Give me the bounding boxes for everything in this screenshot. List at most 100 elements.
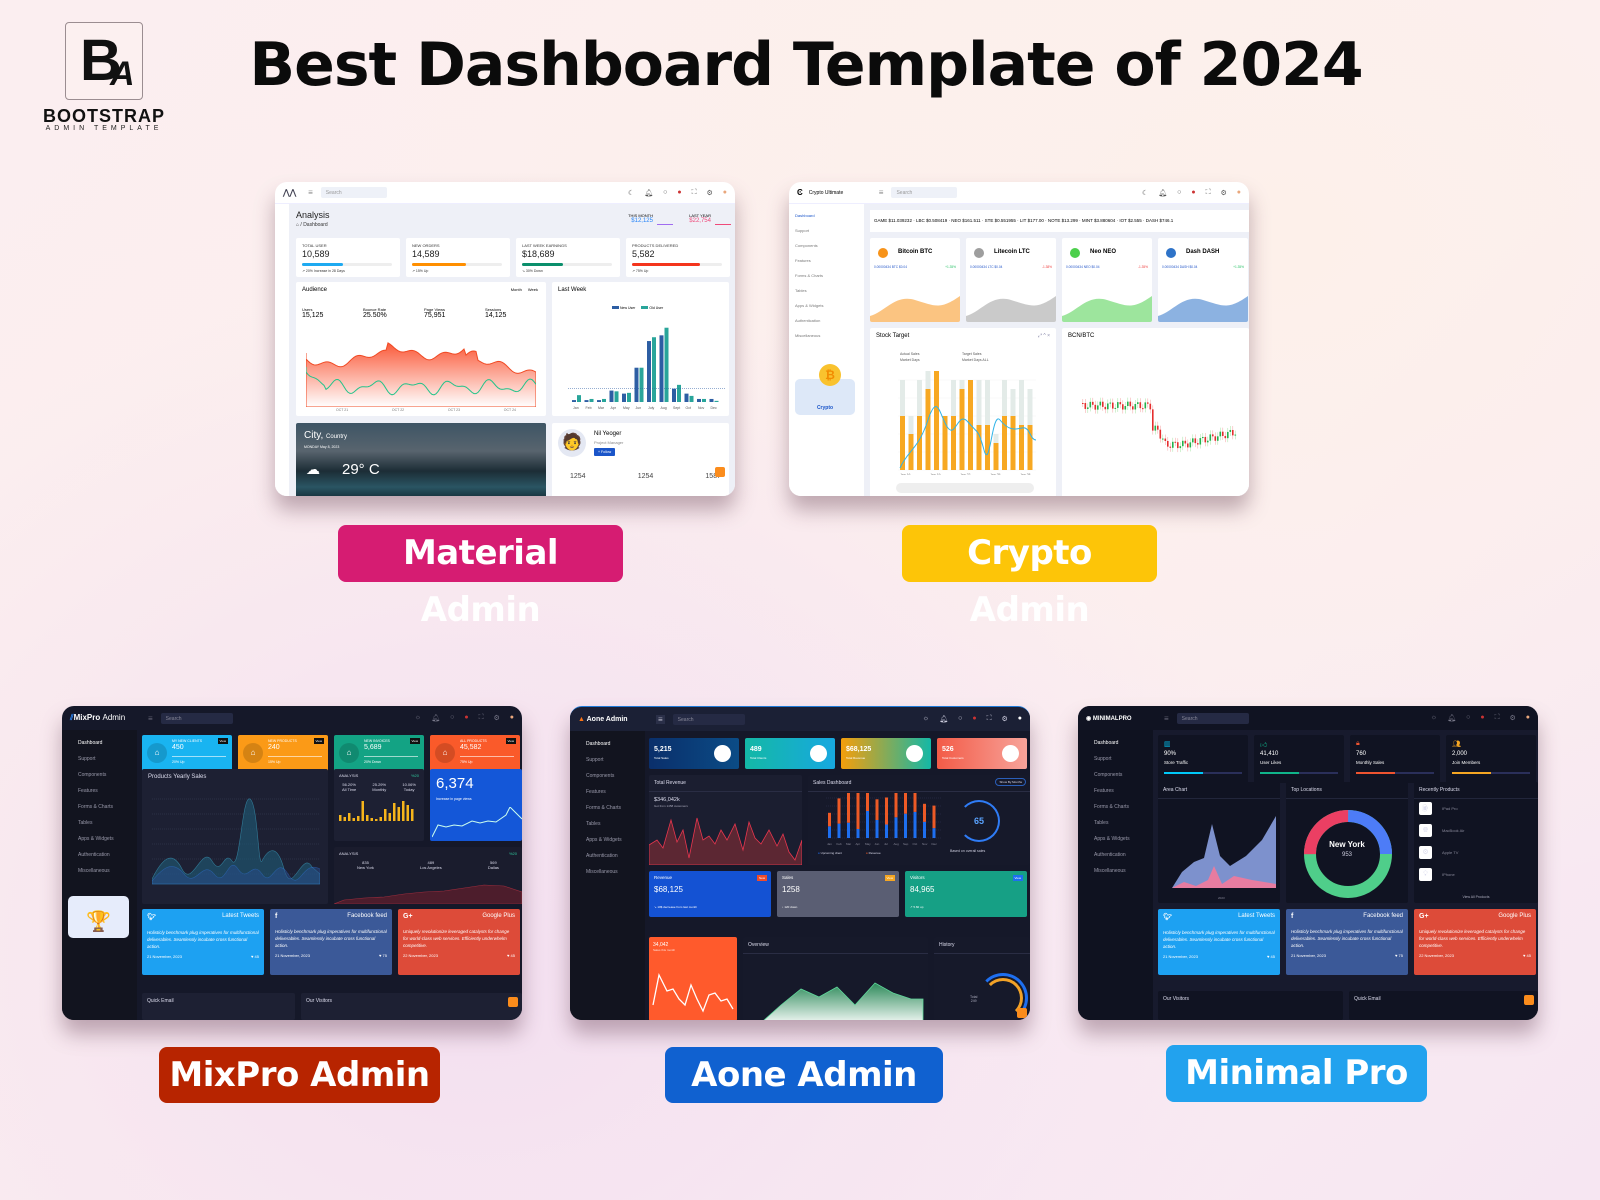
fullscreen-icon[interactable]: ⛶ — [1206, 189, 1211, 197]
sidebar-item[interactable]: Forms & Charts — [70, 799, 129, 815]
menu-icon[interactable]: ≡ — [1164, 714, 1169, 723]
show-by-months-dropdown[interactable]: Show By Months — [995, 778, 1026, 786]
avatar[interactable]: ● — [510, 714, 514, 722]
sidebar-item[interactable]: Dashboard — [789, 208, 864, 223]
avatar[interactable]: ● — [1018, 715, 1022, 723]
settings-icon[interactable]: ⚙ — [1509, 714, 1515, 722]
chat-icon[interactable]: ○ — [663, 189, 667, 197]
sidebar-item[interactable]: Features — [789, 253, 864, 268]
flag-icon[interactable]: ● — [677, 189, 681, 197]
tab-month[interactable]: Month — [511, 287, 522, 292]
badge[interactable]: View — [884, 875, 895, 881]
badge[interactable]: New — [756, 875, 767, 881]
sidebar-item[interactable]: Tables — [578, 816, 637, 832]
sidebar-item[interactable]: Authentication — [1086, 847, 1145, 863]
label-material-admin[interactable]: Material Admin — [338, 525, 623, 630]
label-crypto-admin[interactable]: Crypto Admin — [902, 525, 1157, 630]
sidebar-item[interactable]: Miscellaneous — [1086, 863, 1145, 879]
label-minimal-pro[interactable]: Minimal Pro — [1166, 1045, 1427, 1102]
badge[interactable]: View — [1012, 875, 1023, 881]
sidebar-item[interactable]: Support — [70, 751, 129, 767]
sidebar-item[interactable]: Support — [789, 223, 864, 238]
sidebar-item[interactable]: Dashboard — [1086, 735, 1145, 751]
bell-icon[interactable]: 🔔︎ — [1158, 189, 1167, 197]
menu-icon[interactable]: ≡ — [308, 188, 313, 197]
sidebar-item[interactable]: Dashboard — [70, 735, 129, 751]
chat-float-button[interactable] — [1017, 1008, 1027, 1018]
avatar[interactable]: ● — [1237, 189, 1241, 197]
search-input[interactable]: Search — [320, 187, 387, 198]
settings-icon[interactable]: ⚙ — [493, 714, 499, 722]
sidebar-item[interactable]: Tables — [1086, 815, 1145, 831]
sidebar-item[interactable]: Apps & Widgets — [789, 298, 864, 313]
sidebar-item[interactable]: Forms & Charts — [578, 800, 637, 816]
settings-icon[interactable]: ⚙ — [1220, 189, 1226, 197]
chat-float-button[interactable] — [508, 997, 518, 1007]
sun-icon[interactable]: ☼ — [415, 714, 421, 722]
sun-icon[interactable]: ☼ — [1431, 714, 1437, 722]
minimal-pro-preview[interactable]: ◉ MINIMALPRO ≡ Search ☼ 🔔︎ ○ ● ⛶ ⚙ ● Dashboard… — [1078, 706, 1538, 1020]
sidebar-item[interactable]: Tables — [789, 283, 864, 298]
settings-icon[interactable]: ⚙ — [706, 189, 712, 197]
sidebar-item[interactable]: Forms & Charts — [789, 268, 864, 283]
moon-icon[interactable]: ☾ — [1142, 189, 1148, 197]
sidebar-item[interactable]: Features — [1086, 783, 1145, 799]
search-input[interactable]: Search — [672, 713, 745, 725]
menu-icon[interactable]: ≡ — [656, 714, 665, 724]
sidebar-item[interactable]: Features — [578, 784, 637, 800]
search-input[interactable]: Search — [1176, 712, 1249, 724]
likes-count[interactable]: ♥ 45 — [251, 954, 259, 959]
chat-icon[interactable]: ○ — [450, 714, 454, 722]
bell-icon[interactable]: 🔔︎ — [431, 714, 440, 722]
sidebar-item[interactable]: Miscellaneous — [578, 864, 637, 880]
chat-icon[interactable]: ○ — [958, 715, 962, 723]
sun-icon[interactable]: ☼ — [923, 715, 929, 723]
view-button[interactable]: View — [505, 738, 516, 744]
sidebar-item[interactable]: Miscellaneous — [70, 863, 129, 879]
sidebar-item[interactable]: Support — [1086, 751, 1145, 767]
card-controls[interactable]: ⤢ ^ × — [1038, 333, 1050, 339]
product-item[interactable]: 🌐︎ MacBook Air — [1419, 824, 1464, 837]
sidebar-item[interactable]: Authentication — [578, 848, 637, 864]
bell-icon[interactable]: 🔔︎ — [644, 189, 653, 197]
likes-count[interactable]: ♥ 75 — [379, 953, 387, 958]
chat-float-button[interactable] — [1524, 995, 1534, 1005]
aone-admin-preview[interactable]: ▲ Aone Admin ≡ Search ☼ 🔔︎ ○ ● ⛶ ⚙ ● Dashboard… — [570, 706, 1030, 1020]
search-input[interactable]: Search — [891, 187, 958, 198]
chat-icon[interactable]: ○ — [1177, 189, 1181, 197]
sidebar-item[interactable]: Authentication — [789, 313, 864, 328]
flag-icon[interactable]: ● — [1480, 714, 1484, 722]
fullscreen-icon[interactable]: ⛶ — [692, 189, 697, 197]
product-item[interactable]: ⚙ Apple TV — [1419, 846, 1458, 859]
sidebar-item[interactable]: Miscellaneous — [789, 328, 864, 343]
flag-icon[interactable]: ● — [1191, 189, 1195, 197]
label-aone-admin[interactable]: Aone Admin — [665, 1047, 943, 1103]
likes-count[interactable]: ♥ 45 — [1523, 953, 1531, 958]
likes-count[interactable]: ♥ 75 — [1395, 953, 1403, 958]
likes-count[interactable]: ♥ 45 — [507, 953, 515, 958]
tab-week[interactable]: Week — [528, 287, 538, 292]
sidebar-item[interactable]: Forms & Charts — [1086, 799, 1145, 815]
chat-icon[interactable]: ○ — [1466, 714, 1470, 722]
bell-icon[interactable]: 🔔︎ — [939, 715, 948, 723]
sidebar-item[interactable]: Apps & Widgets — [578, 832, 637, 848]
sidebar-item[interactable]: Apps & Widgets — [1086, 831, 1145, 847]
avatar[interactable]: ● — [1526, 714, 1530, 722]
label-mixpro-admin[interactable]: MixPro Admin — [159, 1047, 440, 1103]
settings-icon[interactable]: ⚙ — [1001, 715, 1007, 723]
view-all-products-link[interactable]: View All Products — [1414, 895, 1538, 899]
avatar[interactable]: ● — [723, 189, 727, 197]
menu-icon[interactable]: ≡ — [148, 714, 153, 723]
search-input[interactable]: Search — [160, 712, 233, 724]
sidebar-item[interactable]: Features — [70, 783, 129, 799]
sidebar-item[interactable]: Tables — [70, 815, 129, 831]
sidebar-item[interactable]: Apps & Widgets — [70, 831, 129, 847]
crypto-admin-preview[interactable]: Ͼ Crypto Ultimate ≡ Search ☾ 🔔︎ ○ ● ⛶ ⚙ ● GAME… — [789, 182, 1249, 496]
flag-icon[interactable]: ● — [972, 715, 976, 723]
fullscreen-icon[interactable]: ⛶ — [1495, 714, 1500, 722]
follow-button[interactable]: + Follow — [594, 448, 616, 456]
view-button[interactable]: View — [409, 738, 420, 744]
view-button[interactable]: View — [217, 738, 228, 744]
chat-float-button[interactable] — [715, 467, 725, 477]
view-button[interactable]: View — [313, 738, 324, 744]
